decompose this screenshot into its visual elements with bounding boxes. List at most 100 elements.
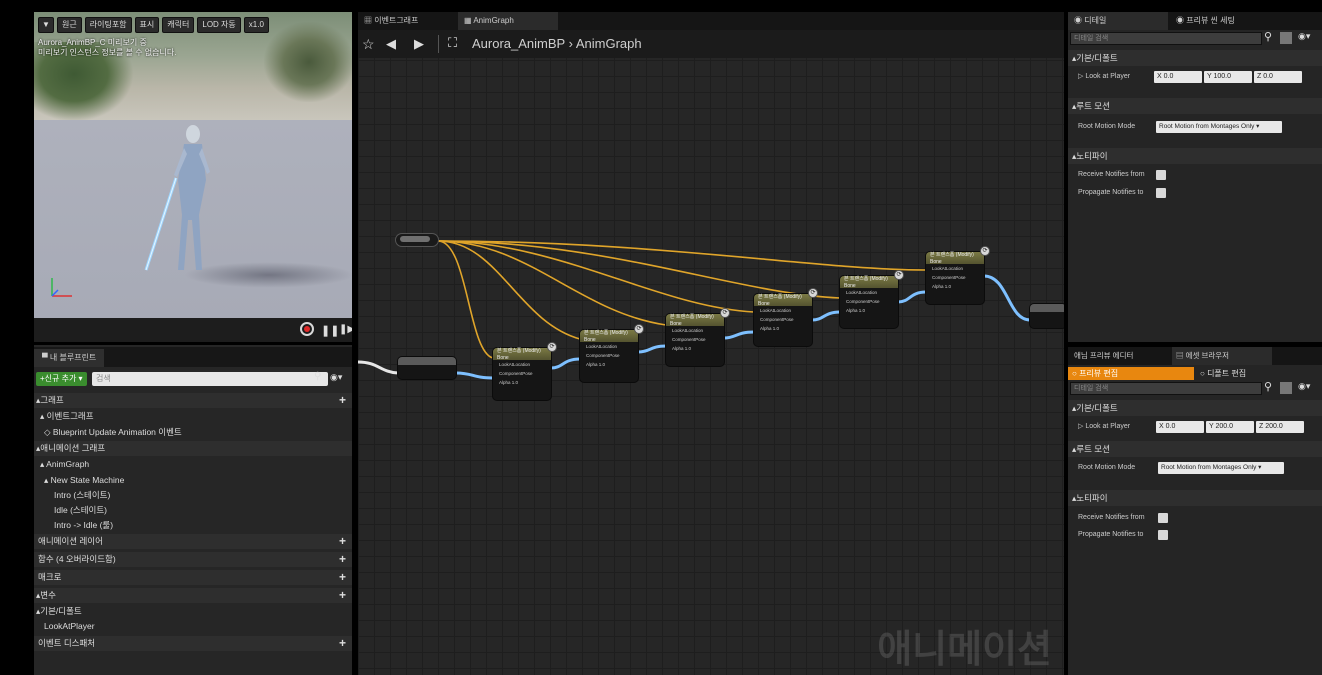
tree-row[interactable]: ▴ 이벤트그래프 <box>34 409 352 424</box>
add-icon[interactable]: + <box>339 636 346 651</box>
modify-bone-node[interactable]: 본 트랜스폼 (Modify) Bone LookAtLocation Compon… <box>840 270 904 328</box>
tab-anim-preview-editor[interactable]: 애님 프리뷰 에디터 <box>1068 347 1168 365</box>
modify-bone-node[interactable]: 본 트랜스폼 (Modify) Bone LookAtLocation Compon… <box>666 308 730 366</box>
eye-icon[interactable]: ◉▾ <box>1298 381 1310 392</box>
tree-row-label: 함수 (4 오버라이드함) <box>38 554 116 564</box>
section-notify[interactable]: ▴노티파이 <box>1068 148 1322 164</box>
node-pin[interactable]: Alpha 1.0 <box>840 306 898 315</box>
node-pin[interactable]: Alpha 1.0 <box>666 344 724 353</box>
node-pin[interactable]: ComponentPose <box>580 351 638 360</box>
tree-row[interactable]: 매크로 + <box>34 570 352 585</box>
perspective-button[interactable]: 원근 <box>57 17 82 33</box>
tree-row-label: LookAtPlayer <box>44 621 95 631</box>
preview-search-input[interactable]: 디테일 검색 <box>1070 382 1262 395</box>
node-pin[interactable]: LookAtLocation <box>754 306 812 315</box>
tree-row[interactable]: ▴기본/디폴트 <box>34 604 352 619</box>
tree-row[interactable]: 함수 (4 오버라이드함) + <box>34 552 352 567</box>
tree-row[interactable]: ▴변수 + <box>34 588 352 603</box>
look-at-z-field[interactable]: Z 0.0 <box>1254 71 1302 83</box>
tree-row[interactable]: Intro -> Idle (룰) <box>34 518 352 533</box>
root-motion-dropdown[interactable]: Root Motion from Montages Only ▾ <box>1156 121 1282 133</box>
node-pin[interactable]: Alpha 1.0 <box>493 378 551 387</box>
tree-row[interactable]: ▴ New State Machine <box>34 473 352 488</box>
record-button[interactable] <box>300 322 314 336</box>
section-default[interactable]: ▴기본/디폴트 <box>1068 400 1322 416</box>
modify-bone-node[interactable]: 본 트랜스폼 (Modify) Bone LookAtLocation Compon… <box>754 288 818 346</box>
look-at-x-field[interactable]: X 0.0 <box>1156 421 1204 433</box>
eye-icon[interactable]: ◉▾ <box>330 372 342 383</box>
node-pin[interactable]: LookAtLocation <box>926 264 984 273</box>
grid-view-icon[interactable] <box>1280 382 1292 394</box>
preview-scene-icon: ◉ <box>1176 16 1187 25</box>
viewport-options-button[interactable]: ▼ <box>38 17 54 33</box>
tree-row[interactable]: ▴ AnimGraph <box>34 457 352 472</box>
tree-row[interactable]: LookAtPlayer <box>34 619 352 634</box>
add-new-button[interactable]: +신규 추가 ▾ <box>36 372 87 386</box>
tree-row[interactable]: 애니메이션 레이어 + <box>34 534 352 549</box>
tree-row[interactable]: Intro (스테이트) <box>34 488 352 503</box>
details-search-input[interactable]: 디테일 검색 <box>1070 32 1262 45</box>
playback-speed-button[interactable]: x1.0 <box>243 17 269 33</box>
tree-row[interactable]: 이벤트 디스패처 + <box>34 636 352 651</box>
tab-asset-browser[interactable]: ▤ 에셋 브라우저 <box>1172 347 1272 365</box>
lighting-button[interactable]: 라이팅포함 <box>84 17 132 33</box>
node-pin[interactable]: Alpha 1.0 <box>580 360 638 369</box>
node-pin[interactable]: Alpha 1.0 <box>926 282 984 291</box>
section-root-motion[interactable]: ▴루트 모션 <box>1068 98 1322 114</box>
add-icon[interactable]: + <box>339 393 346 408</box>
character-button[interactable]: 캐릭터 <box>162 17 195 33</box>
propagate-notifies-checkbox[interactable] <box>1158 530 1168 540</box>
node-pin[interactable]: ComponentPose <box>926 273 984 282</box>
node-pin[interactable]: LookAtLocation <box>493 360 551 369</box>
anim-graph-editor[interactable]: ▦ 이벤트그래프 ▦ AnimGraph ☆ ◀ ▶ ⛶ Aurora_Anim… <box>358 12 1064 675</box>
look-at-y-field[interactable]: Y 100.0 <box>1204 71 1252 83</box>
receive-notifies-checkbox[interactable] <box>1158 513 1168 523</box>
grid-view-icon[interactable] <box>1280 32 1292 44</box>
receive-notifies-checkbox[interactable] <box>1156 170 1166 180</box>
tree-row[interactable]: ▴애니메이션 그래프 <box>34 441 352 456</box>
section-notify[interactable]: ▴노티파이 <box>1068 490 1322 506</box>
add-icon[interactable]: + <box>339 534 346 549</box>
default-edit-toggle[interactable]: ○ 디폴트 편집 <box>1196 367 1266 380</box>
output-pose-node[interactable] <box>1030 304 1064 328</box>
pause-icon[interactable]: ❚❚ <box>321 324 339 337</box>
look-at-x-field[interactable]: X 0.0 <box>1154 71 1202 83</box>
step-forward-icon[interactable]: ❚▶ <box>339 324 352 335</box>
add-icon[interactable]: + <box>339 570 346 585</box>
tab-preview-scene[interactable]: ◉ 프리뷰 씬 세팅 <box>1172 12 1272 30</box>
section-root-motion[interactable]: ▴루트 모션 <box>1068 441 1322 457</box>
add-icon[interactable]: + <box>339 552 346 567</box>
node-pin[interactable]: Alpha 1.0 <box>754 324 812 333</box>
look-at-z-field[interactable]: Z 200.0 <box>1256 421 1304 433</box>
pose-input-node[interactable] <box>398 357 456 379</box>
lod-button[interactable]: LOD 자동 <box>197 17 241 33</box>
modify-bone-node[interactable]: 본 트랜스폼 (Modify) Bone LookAtLocation Compon… <box>926 246 990 304</box>
tree-row[interactable]: ▴그래프 + <box>34 393 352 408</box>
tab-my-blueprint-label: 내 블루프린트 <box>49 353 97 362</box>
eye-icon[interactable]: ◉▾ <box>1298 31 1310 42</box>
tree-row[interactable]: ◇ Blueprint Update Animation 이벤트 <box>34 425 352 440</box>
add-icon[interactable]: + <box>339 588 346 603</box>
get-look-at-player-node[interactable] <box>396 234 438 246</box>
preview-edit-toggle[interactable]: ○ 프리뷰 편집 <box>1068 367 1194 380</box>
node-pin[interactable]: LookAtLocation <box>580 342 638 351</box>
propagate-notifies-checkbox[interactable] <box>1156 188 1166 198</box>
node-pin[interactable]: ComponentPose <box>666 335 724 344</box>
modify-bone-node[interactable]: 본 트랜스폼 (Modify) Bone LookAtLocation Compon… <box>580 324 644 382</box>
node-pin[interactable]: ComponentPose <box>493 369 551 378</box>
show-button[interactable]: 표시 <box>134 17 160 33</box>
modify-bone-node[interactable]: 본 트랜스폼 (Modify) Bone LookAtLocation Compon… <box>493 342 557 400</box>
blueprint-search-input[interactable]: 검색 <box>92 372 328 386</box>
tab-details[interactable]: ◉ 디테일 <box>1068 12 1168 30</box>
pose-node-header <box>398 357 456 365</box>
section-default[interactable]: ▴기본/디폴트 <box>1068 50 1322 66</box>
tab-my-blueprint[interactable]: ▀ 내 블루프린트 <box>34 349 105 367</box>
node-pin[interactable]: ComponentPose <box>840 297 898 306</box>
tree-row[interactable]: Idle (스테이트) <box>34 503 352 518</box>
node-pin[interactable]: ComponentPose <box>754 315 812 324</box>
node-pin[interactable]: LookAtLocation <box>666 326 724 335</box>
preview-viewport[interactable]: ▼ 원근 라이팅포함 표시 캐릭터 LOD 자동 x1.0 Aurora_Ani… <box>34 12 352 342</box>
look-at-y-field[interactable]: Y 200.0 <box>1206 421 1254 433</box>
root-motion-dropdown[interactable]: Root Motion from Montages Only ▾ <box>1158 462 1284 474</box>
node-pin[interactable]: LookAtLocation <box>840 288 898 297</box>
